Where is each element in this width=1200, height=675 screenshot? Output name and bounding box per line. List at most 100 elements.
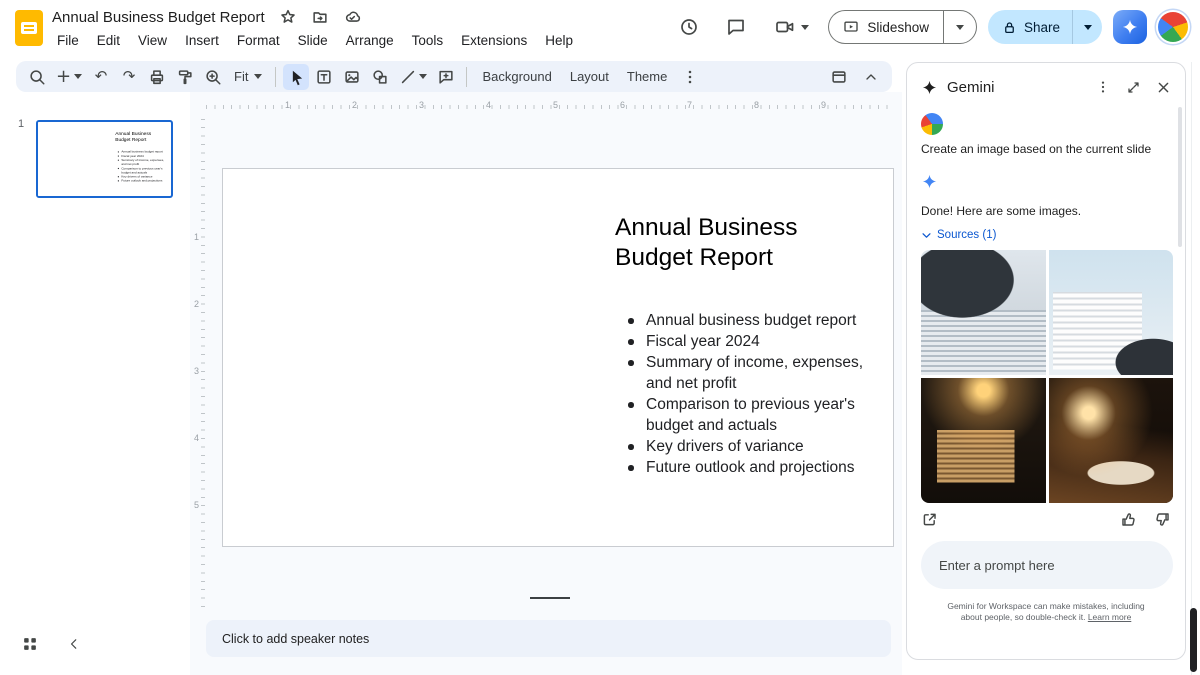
share-split-button: Share bbox=[988, 10, 1102, 44]
gemini-panel-spark-icon bbox=[921, 79, 938, 96]
menu-item[interactable]: File bbox=[50, 31, 86, 50]
share-dropdown[interactable] bbox=[1072, 10, 1102, 44]
gemini-button[interactable] bbox=[1113, 10, 1147, 44]
menu-item[interactable]: View bbox=[131, 31, 174, 50]
panel-scrollbar-thumb[interactable] bbox=[1178, 107, 1182, 247]
meet-icon[interactable] bbox=[765, 9, 817, 45]
window-scrollbar-track bbox=[1191, 62, 1192, 675]
share-button[interactable]: Share bbox=[988, 10, 1072, 44]
search-menus-icon[interactable] bbox=[24, 64, 50, 90]
slides-logo[interactable] bbox=[15, 10, 43, 46]
paint-format-icon[interactable] bbox=[172, 64, 198, 90]
insert-comment-icon[interactable] bbox=[433, 64, 459, 90]
menu-item[interactable]: Edit bbox=[90, 31, 127, 50]
redo-icon[interactable]: ↷ bbox=[116, 64, 142, 90]
thumbs-up-icon[interactable] bbox=[1120, 511, 1137, 528]
document-title[interactable]: Annual Business Budget Report bbox=[52, 9, 265, 26]
lock-icon bbox=[1002, 20, 1017, 35]
horizontal-ruler-numbers: 123456789 bbox=[206, 95, 891, 108]
theme-button[interactable]: Theme bbox=[619, 64, 675, 90]
google-slides-app: { "topbar": { "doc_title": "Annual Busin… bbox=[0, 0, 1200, 675]
topbar: Annual Business Budget Report FileEditVi… bbox=[0, 0, 1200, 56]
learn-more-link[interactable]: Learn more bbox=[1088, 612, 1131, 622]
generated-images-grid bbox=[921, 250, 1173, 503]
select-tool-icon[interactable] bbox=[283, 64, 309, 90]
user-avatar bbox=[921, 113, 943, 135]
toolbar-divider bbox=[275, 67, 276, 87]
slideshow-button[interactable]: Slideshow bbox=[828, 10, 943, 44]
insert-shape-icon[interactable] bbox=[367, 64, 393, 90]
generated-image[interactable] bbox=[1049, 378, 1174, 503]
vertical-ruler-numbers: 12345 bbox=[190, 110, 203, 539]
slideshow-split-button: Slideshow bbox=[828, 10, 977, 44]
move-folder-icon[interactable] bbox=[311, 8, 329, 26]
insert-image-icon[interactable] bbox=[339, 64, 365, 90]
close-panel-icon[interactable] bbox=[1156, 80, 1171, 95]
speaker-notes-placeholder: Click to add speaker notes bbox=[222, 632, 369, 646]
print-icon[interactable] bbox=[144, 64, 170, 90]
generated-image[interactable] bbox=[921, 250, 1046, 375]
slide-number: 1 bbox=[18, 118, 24, 130]
slide-title[interactable]: Annual Business Budget Report bbox=[615, 213, 827, 273]
main-toolbar: + ↶ ↷ Fit Background Layout Theme bbox=[16, 61, 892, 92]
gemini-prompt-input[interactable] bbox=[921, 541, 1173, 589]
gemini-panel: Gemini Create an image based on the curr… bbox=[906, 62, 1186, 660]
slide-bullet: Summary of income, expenses, and net pro… bbox=[623, 352, 879, 394]
panel-more-icon[interactable] bbox=[1095, 79, 1111, 95]
slide-bullet: Future outlook and projections bbox=[623, 457, 879, 478]
comments-icon[interactable] bbox=[718, 9, 754, 45]
text-box-icon[interactable] bbox=[311, 64, 337, 90]
menu-item[interactable]: Tools bbox=[405, 31, 451, 50]
gemini-response-text: Done! Here are some images. bbox=[921, 204, 1171, 218]
new-slide-button[interactable]: + bbox=[52, 64, 86, 90]
slide-bullet: Fiscal year 2024 bbox=[623, 331, 879, 352]
speaker-notes[interactable]: Click to add speaker notes bbox=[206, 620, 891, 657]
slide-bullet: Key drivers of variance bbox=[623, 436, 879, 457]
cloud-status-icon[interactable] bbox=[343, 8, 362, 26]
expand-panel-icon[interactable] bbox=[1126, 80, 1141, 95]
window-scrollbar-thumb[interactable] bbox=[1190, 608, 1197, 672]
thumbs-down-icon[interactable] bbox=[1154, 511, 1171, 528]
slide-thumbnail[interactable]: Annual Business Budget Report Annual bus… bbox=[36, 120, 173, 198]
generated-image[interactable] bbox=[1049, 250, 1174, 375]
zoom-select[interactable]: Fit bbox=[228, 69, 268, 84]
grid-view-icon[interactable] bbox=[19, 633, 41, 655]
sources-toggle[interactable]: Sources (1) bbox=[921, 229, 1171, 241]
menu-item[interactable]: Slide bbox=[291, 31, 335, 50]
gemini-disclaimer: Gemini for Workspace can make mistakes, … bbox=[921, 601, 1171, 623]
gemini-spark-icon bbox=[1121, 18, 1139, 36]
menu-item[interactable]: Extensions bbox=[454, 31, 534, 50]
background-button[interactable]: Background bbox=[474, 64, 559, 90]
collapse-filmstrip-icon[interactable] bbox=[64, 634, 84, 654]
export-icon[interactable] bbox=[921, 511, 938, 528]
more-tools-icon[interactable] bbox=[677, 64, 703, 90]
layout-button[interactable]: Layout bbox=[562, 64, 617, 90]
menu-item[interactable]: Format bbox=[230, 31, 287, 50]
zoom-icon[interactable] bbox=[200, 64, 226, 90]
menu-item[interactable]: Help bbox=[538, 31, 580, 50]
menubar: FileEditViewInsertFormatSlideArrangeTool… bbox=[50, 31, 580, 50]
menu-item[interactable]: Insert bbox=[178, 31, 226, 50]
notes-resize-handle[interactable] bbox=[530, 597, 570, 599]
chevron-down-icon bbox=[921, 230, 932, 241]
gemini-panel-title: Gemini bbox=[947, 79, 995, 96]
slideshow-icon bbox=[843, 19, 859, 35]
account-avatar[interactable] bbox=[1158, 12, 1188, 42]
slideshow-dropdown[interactable] bbox=[943, 10, 977, 44]
generated-image[interactable] bbox=[921, 378, 1046, 503]
undo-icon[interactable]: ↶ bbox=[88, 64, 114, 90]
gemini-response-spark-icon bbox=[921, 173, 1171, 195]
frame-icon[interactable] bbox=[826, 64, 852, 90]
slide-bullet: Annual business budget report bbox=[623, 310, 879, 331]
insert-line-icon[interactable] bbox=[395, 64, 431, 90]
collapse-menus-icon[interactable] bbox=[858, 64, 884, 90]
menu-item[interactable]: Arrange bbox=[339, 31, 401, 50]
version-history-icon[interactable] bbox=[671, 9, 707, 45]
slide-bullet-list[interactable]: Annual business budget reportFiscal year… bbox=[623, 310, 879, 478]
meet-dropdown-caret bbox=[801, 25, 809, 30]
slide-bullet: Comparison to previous year's budget and… bbox=[623, 394, 879, 436]
slide-canvas[interactable]: Annual Business Budget Report Annual bus… bbox=[222, 168, 894, 547]
star-icon[interactable] bbox=[279, 8, 297, 26]
user-message: Create an image based on the current sli… bbox=[921, 142, 1171, 156]
slide-thumbnail-preview: Annual Business Budget Report Annual bus… bbox=[38, 122, 64, 196]
